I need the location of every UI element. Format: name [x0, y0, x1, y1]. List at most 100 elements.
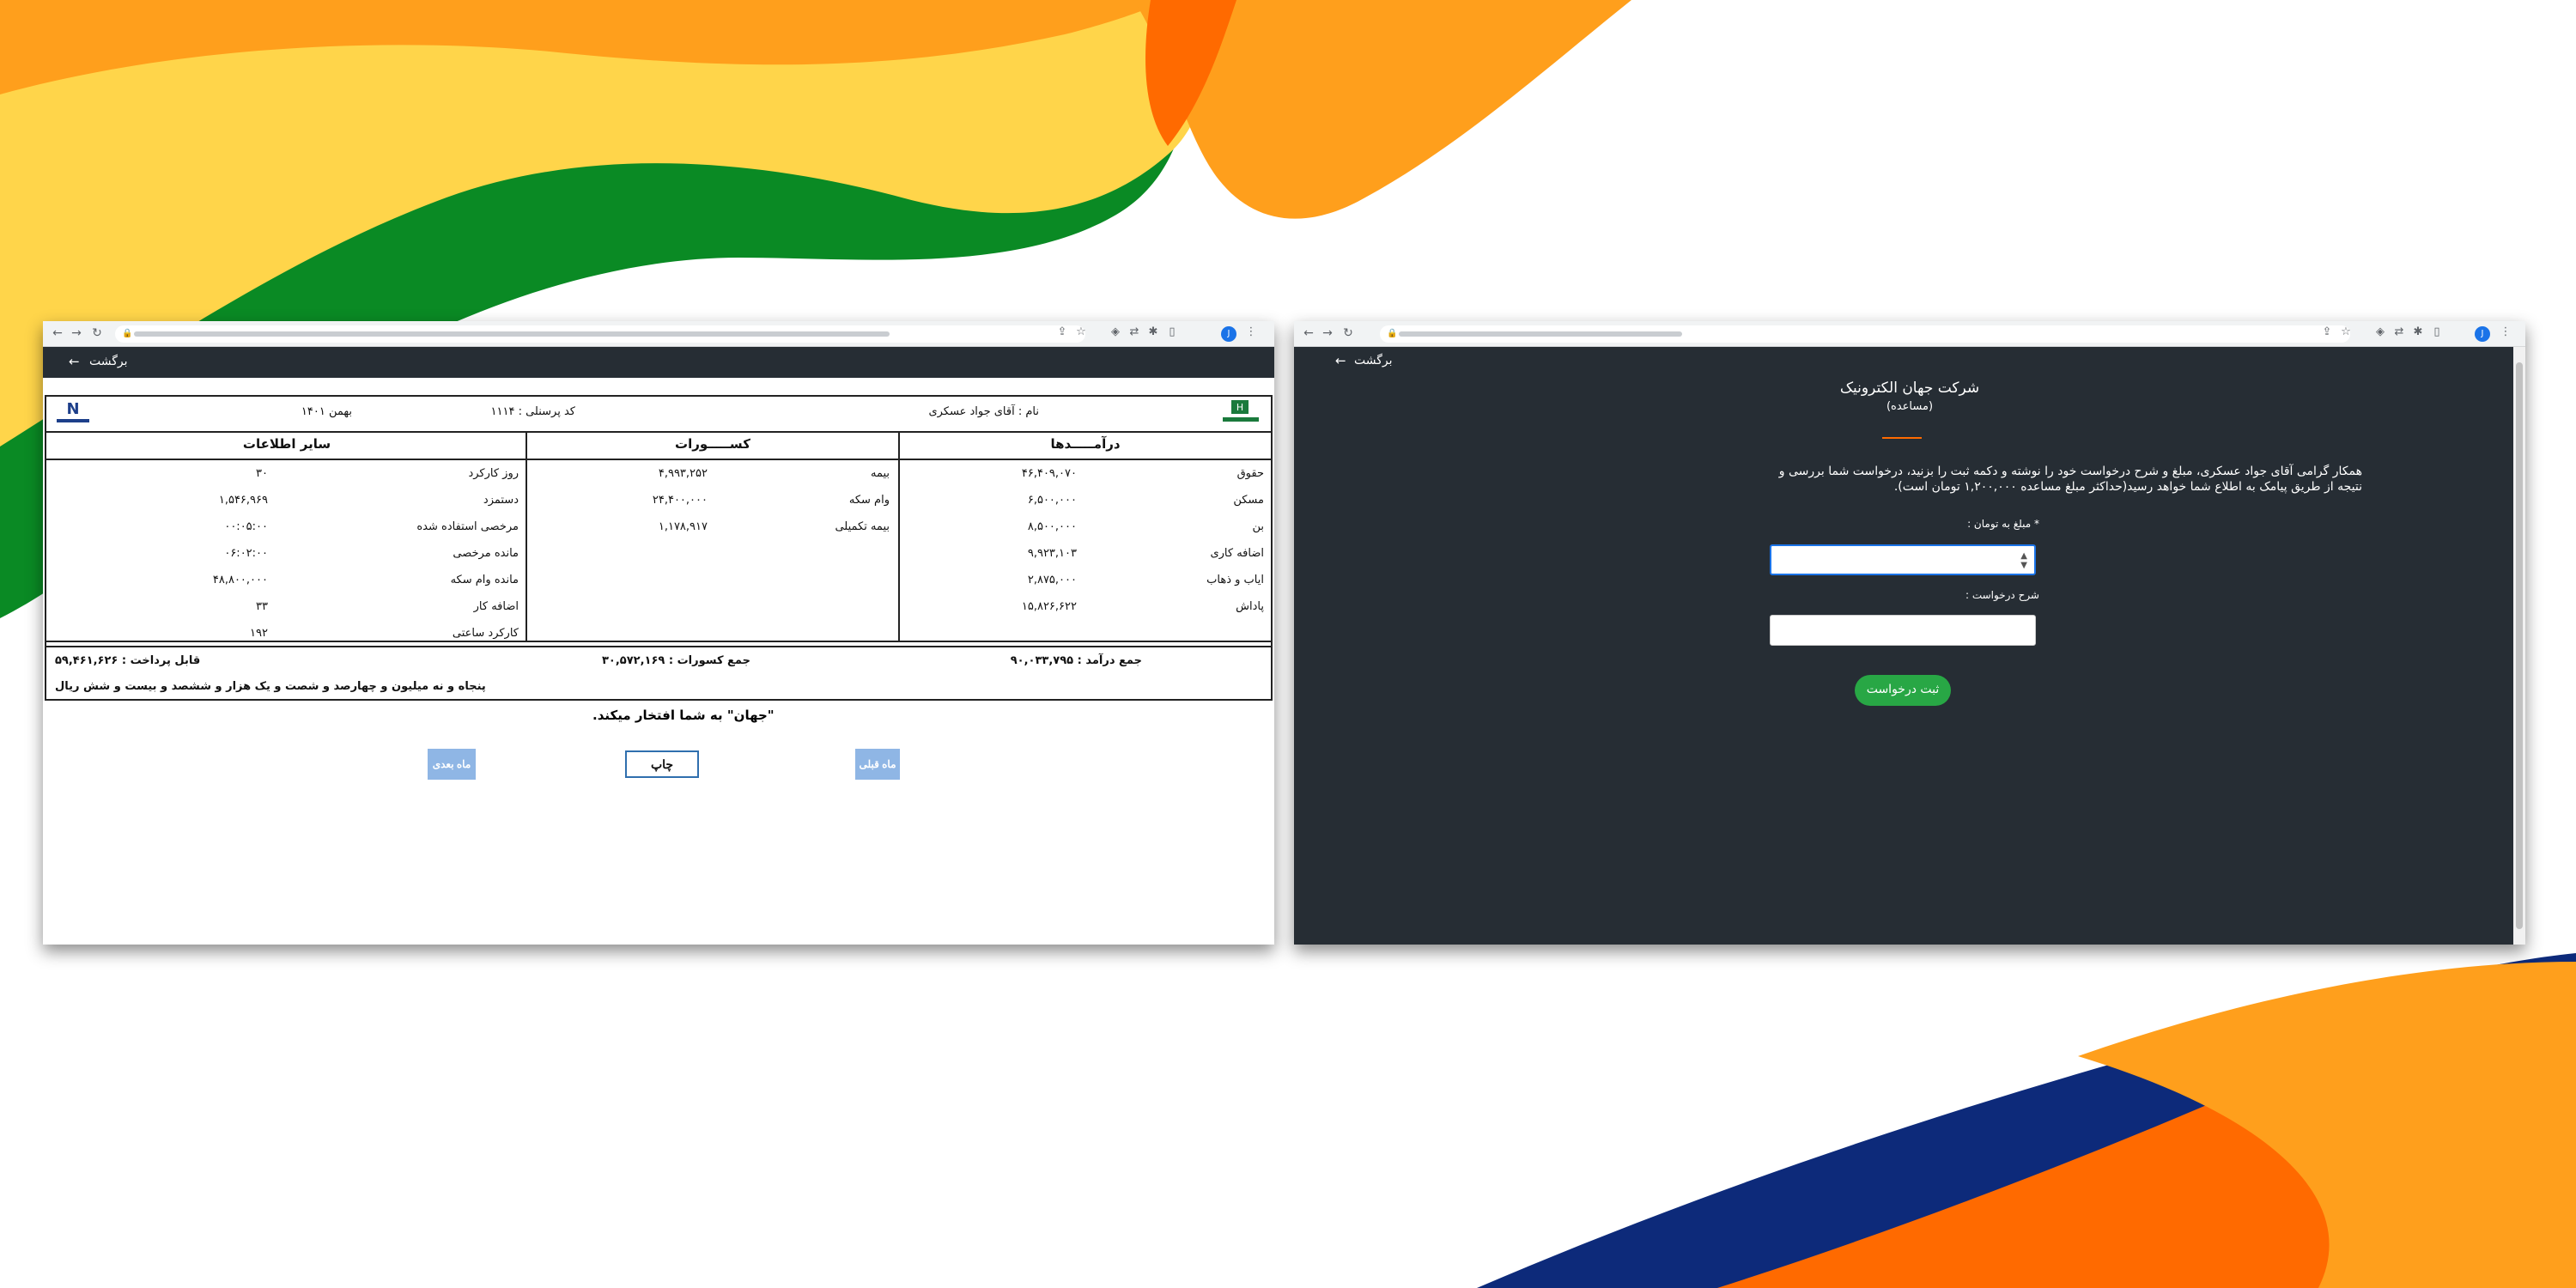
extension-icon[interactable]: ◈	[2372, 325, 2388, 338]
puzzle-icon[interactable]: ✱	[2410, 325, 2426, 338]
deduction-label: بیمه تکمیلی	[835, 520, 890, 533]
other-label: اضافه کار	[473, 600, 519, 613]
app-topbar: ← برگشت	[43, 347, 1274, 378]
scrollbar-thumb[interactable]	[2516, 362, 2523, 929]
reload-icon[interactable]: ↻	[1340, 326, 1356, 340]
amount-input[interactable]: ▲ ▼	[1770, 544, 2036, 575]
intro-line-2: نتیجه از طریق پیامک به اطلاع شما خواهد ر…	[1893, 480, 2362, 494]
amount-label: * مبلغ به تومان :	[1967, 518, 2039, 530]
form-subtitle: (مساعده)	[1886, 400, 1934, 413]
profile-avatar[interactable]: J	[1221, 326, 1236, 342]
other-label: دستمزد	[483, 494, 519, 507]
company-logo-left: N	[57, 400, 89, 422]
employee-code: کد پرسنلی : ۱۱۱۴	[490, 405, 575, 418]
screenshot-stage: ← → ↻ 🔒 ⇪ ☆ ◈ ⇄ ✱ ▯ J ⋮ ← برگشت H نام: …	[0, 0, 2576, 1288]
forward-icon[interactable]: →	[1320, 326, 1335, 340]
back-link[interactable]: برگشت	[1354, 354, 1393, 368]
kebab-menu-icon[interactable]: ⋮	[2498, 325, 2513, 338]
kebab-menu-icon[interactable]: ⋮	[1243, 325, 1259, 338]
employee-name: نام : آقای جواد عسکری	[928, 405, 1039, 418]
income-value: ۱۵,۸۲۶,۶۲۲	[1021, 600, 1077, 613]
share-icon[interactable]: ⇪	[2319, 325, 2335, 338]
deduction-value: ۲۴,۴۰۰,۰۰۰	[652, 494, 708, 507]
pride-message: "جهان" به شما افتخار میکند.	[592, 708, 775, 723]
forward-icon[interactable]: →	[69, 326, 84, 340]
income-label: حقوق	[1236, 467, 1264, 480]
other-value: ۰۶:۰۲:۰۰	[224, 547, 268, 560]
payable-total: قابل پرداخت : ۵۹,۴۶۱,۶۲۶	[55, 654, 201, 667]
translate-icon[interactable]: ⇄	[2391, 325, 2407, 338]
back-icon[interactable]: ←	[1301, 326, 1316, 340]
deductions-total: جمع کسورات : ۳۰,۵۷۲,۱۶۹	[601, 654, 750, 667]
income-total: جمع درآمد : ۹۰,۰۳۳,۷۹۵	[1010, 654, 1142, 667]
back-link[interactable]: برگشت	[89, 355, 128, 368]
income-value: ۶,۵۰۰,۰۰۰	[1027, 494, 1077, 507]
other-value: ۱۹۲	[250, 627, 268, 640]
income-value: ۸,۵۰۰,۰۰۰	[1027, 520, 1077, 533]
other-label: مانده مرخصی	[453, 547, 519, 560]
other-label: مانده وام سکه	[450, 574, 519, 586]
other-value: ۳۳	[256, 600, 268, 613]
title-divider	[1882, 437, 1922, 439]
star-icon[interactable]: ☆	[1073, 325, 1089, 338]
puzzle-icon[interactable]: ✱	[1145, 325, 1161, 338]
description-label: شرح درخواست :	[1965, 589, 2039, 601]
payslip-table: H نام : آقای جواد عسکری کد پرسنلی : ۱۱۱۴…	[45, 395, 1273, 701]
blurred-url	[134, 331, 890, 337]
other-label: کارکرد ساعتی	[452, 627, 519, 640]
income-label: مسکن	[1233, 494, 1264, 507]
other-value: ۱,۵۴۶,۹۶۹	[218, 494, 268, 507]
sidebar-icon[interactable]: ▯	[2429, 325, 2445, 338]
lock-icon: 🔒	[122, 329, 133, 338]
number-spinner-icon[interactable]: ▲ ▼	[2020, 551, 2027, 570]
print-button[interactable]: چاپ	[625, 750, 699, 778]
sidebar-icon[interactable]: ▯	[1164, 325, 1180, 338]
income-label: ایاب و ذهاب	[1206, 574, 1264, 586]
pay-period: بهمن ۱۴۰۱	[301, 405, 352, 418]
deductions-column-title: کســـــورات	[675, 436, 750, 452]
deduction-value: ۴,۹۹۳,۲۵۲	[658, 467, 708, 480]
prev-month-button[interactable]: ماه قبلی	[855, 749, 900, 780]
share-icon[interactable]: ⇪	[1054, 325, 1070, 338]
svg-text:H: H	[1236, 402, 1243, 413]
address-bar[interactable]: 🔒	[115, 325, 1085, 343]
browser-toolbar: ← → ↻ 🔒 ⇪ ☆ ◈ ⇄ ✱ ▯ J ⋮	[43, 321, 1274, 347]
next-month-button[interactable]: ماه بعدی	[428, 749, 476, 780]
browser-toolbar: ← → ↻ 🔒 ⇪ ☆ ◈ ⇄ ✱ ▯ J ⋮	[1294, 321, 2525, 347]
deduction-label: وام سکه	[848, 494, 890, 507]
income-label: پاداش	[1236, 600, 1264, 613]
extension-icon[interactable]: ◈	[1108, 325, 1123, 338]
blurred-url	[1399, 331, 1682, 337]
advance-request-window: ← → ↻ 🔒 ⇪ ☆ ◈ ⇄ ✱ ▯ J ⋮ ← برگشت شرکت جها…	[1294, 321, 2525, 945]
deduction-label: بیمه	[870, 467, 890, 480]
svg-text:N: N	[66, 400, 79, 418]
intro-line-1: همکار گرامی آقای جواد عسکری، مبلغ و شرح …	[1778, 465, 2362, 478]
address-bar[interactable]: 🔒	[1380, 325, 2350, 343]
translate-icon[interactable]: ⇄	[1127, 325, 1142, 338]
income-value: ۹,۹۲۳,۱۰۳	[1027, 547, 1077, 560]
other-value: ۳۰	[256, 467, 268, 480]
income-label: بن	[1252, 520, 1264, 533]
other-value: ۰۰:۰۵:۰۰	[224, 520, 268, 533]
submit-request-button[interactable]: ثبت درخواست	[1855, 675, 1951, 706]
income-value: ۲,۸۷۵,۰۰۰	[1027, 574, 1077, 586]
other-value: ۴۸,۸۰۰,۰۰۰	[212, 574, 268, 586]
income-label: اضافه کاری	[1210, 547, 1264, 560]
profile-avatar[interactable]: J	[2475, 326, 2490, 342]
star-icon[interactable]: ☆	[2338, 325, 2354, 338]
lock-icon: 🔒	[1387, 329, 1398, 338]
deduction-value: ۱,۱۷۸,۹۱۷	[658, 520, 708, 533]
company-logo-right: H	[1223, 400, 1259, 422]
income-value: ۴۶,۴۰۹,۰۷۰	[1021, 467, 1077, 480]
other-column-title: سایر اطلاعات	[242, 436, 331, 452]
company-title: شرکت جهان الکترونیک	[1839, 380, 1980, 397]
payslip-window: ← → ↻ 🔒 ⇪ ☆ ◈ ⇄ ✱ ▯ J ⋮ ← برگشت H نام: …	[43, 321, 1274, 945]
income-column-title: درآمـــــدها	[1050, 436, 1121, 452]
other-label: روز کارکرد	[468, 467, 519, 480]
description-input[interactable]	[1770, 615, 2036, 646]
back-arrow-icon[interactable]: ←	[1335, 353, 1346, 368]
reload-icon[interactable]: ↻	[89, 326, 105, 340]
back-arrow-icon[interactable]: ←	[69, 354, 80, 369]
back-icon[interactable]: ←	[50, 326, 65, 340]
other-label: مرخصی استفاده شده	[416, 520, 519, 533]
